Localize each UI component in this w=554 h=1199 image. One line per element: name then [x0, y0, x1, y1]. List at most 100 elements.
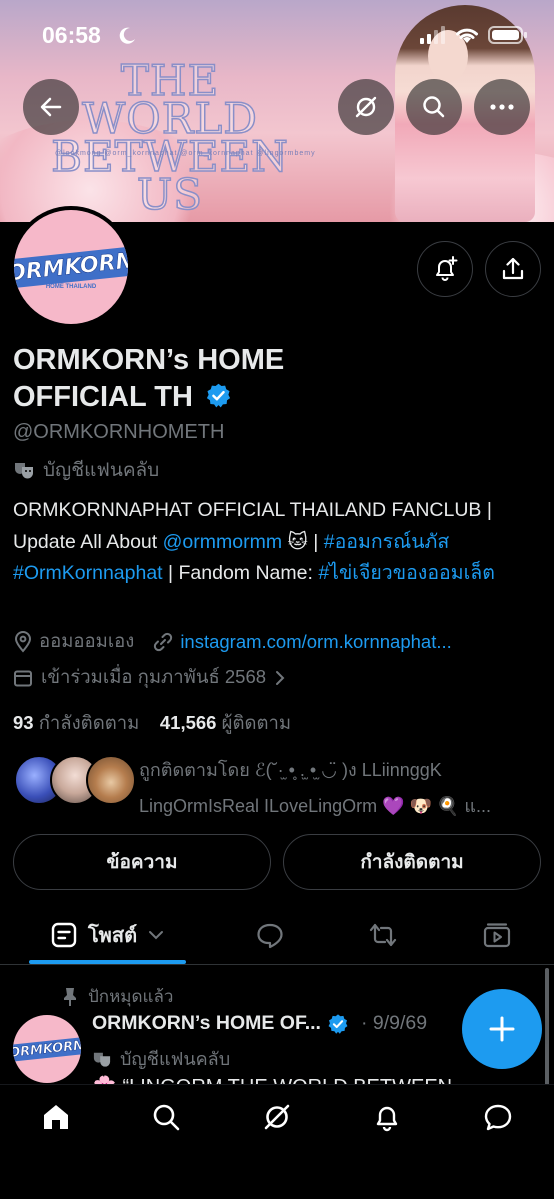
grok-icon — [355, 96, 377, 118]
chat-bubble-icon — [484, 1104, 512, 1131]
calendar-icon — [14, 670, 32, 686]
signal-icon — [420, 26, 445, 44]
status-time: 06:58 — [42, 22, 101, 48]
search-icon — [423, 96, 445, 118]
bio-mention-link[interactable]: @ormmormm — [163, 531, 282, 553]
pinned-text: ปักหมุดแล้ว — [88, 987, 174, 1006]
share-button[interactable] — [485, 241, 541, 297]
following-number: 93 — [13, 712, 34, 733]
tab-reposts[interactable] — [353, 905, 413, 965]
status-icons — [420, 25, 528, 45]
bio-text: 🐱 | — [282, 530, 324, 553]
profile-name: ORMKORN’s HOME OFFICIAL TH — [13, 342, 373, 416]
arrow-left-icon — [40, 97, 62, 117]
avatar-logo: ORMKORN — [14, 245, 128, 289]
profile-meta-row: ออมออมเอง instagram.com/orm.kornnaphat..… — [13, 627, 452, 656]
message-button[interactable]: ข้อความ — [13, 834, 271, 890]
nav-notifications[interactable] — [357, 1097, 417, 1137]
followers-number: 41,566 — [159, 712, 217, 733]
post-header: ORMKORN’s HOME OF... · 9/9/69 — [92, 1012, 427, 1035]
followed-by-text[interactable]: ถูกติดตามโดย ℰ(˘·̫ •̥ .̫ •̫ ◡̈ )ง LLiinn… — [139, 752, 544, 824]
battery-icon — [488, 26, 527, 44]
followed-by-line2: LingOrmIsReal ILoveLingOrm 💜 🐶 🍳 แ... — [139, 796, 491, 816]
post-date: · 9/9/69 — [360, 1012, 428, 1034]
bio-hashtag-link[interactable]: #OrmKornnaphat — [13, 562, 163, 584]
followed-by-line1: ถูกติดตามโดย ℰ(˘·̫ •̥ .̫ •̫ ◡̈ )ง LLiinn… — [139, 760, 442, 780]
follower-avatar — [86, 755, 136, 805]
bio-hashtag-link[interactable]: #ออมกรณ์นภัส — [324, 531, 450, 553]
post-avatar-logo: ORMKORN — [13, 1036, 81, 1062]
post-author-name[interactable]: ORMKORN’s HOME OF... — [92, 1012, 321, 1035]
nav-messages[interactable] — [468, 1097, 528, 1137]
share-icon — [502, 257, 524, 280]
back-button[interactable] — [23, 79, 79, 135]
post-text-preview[interactable]: 🌸 “LINGORM THE WORLD BETWEEN — [92, 1074, 452, 1084]
repost-icon — [369, 923, 397, 947]
link-icon — [154, 632, 173, 651]
bell-plus-icon — [436, 256, 458, 281]
verified-badge-icon[interactable] — [205, 382, 232, 409]
joined-row[interactable]: เข้าร่วมเมื่อ กุมภาพันธ์ 2568 — [13, 663, 286, 692]
theater-masks-icon — [15, 463, 33, 479]
post-account-type: บัญชีแฟนคลับ — [92, 1044, 230, 1073]
nav-home[interactable] — [26, 1097, 86, 1137]
profile-avatar[interactable]: ORMKORN HOME THAILAND — [10, 206, 132, 328]
avatar-image: ORMKORN HOME THAILAND — [14, 210, 128, 324]
more-button[interactable] — [474, 79, 530, 135]
scrollbar[interactable] — [545, 968, 549, 1088]
joined-text: เข้าร่วมเมื่อ กุมภาพันธ์ 2568 — [41, 666, 267, 687]
bio-text: | Fandom Name: — [162, 562, 319, 584]
posts-icon — [51, 922, 77, 948]
following-label: กำลังติดตาม — [38, 712, 140, 733]
nav-search[interactable] — [136, 1097, 196, 1137]
chevron-right-icon — [276, 670, 285, 685]
chevron-down-icon — [149, 931, 164, 940]
plus-icon — [489, 1016, 515, 1042]
notifications-subscribe-button[interactable] — [417, 241, 473, 297]
verified-badge-icon — [328, 1013, 348, 1034]
home-icon — [44, 1105, 68, 1129]
compose-button[interactable] — [462, 989, 542, 1069]
moon-icon — [119, 27, 135, 44]
profile-name-text: ORMKORN’s HOME OFFICIAL TH — [13, 344, 285, 413]
post-author-avatar[interactable]: ORMKORN — [13, 1015, 81, 1083]
profile-handle: @ORMKORNHOMETH — [13, 421, 225, 443]
grok-button[interactable] — [338, 79, 394, 135]
wifi-icon — [456, 28, 478, 43]
tab-replies[interactable] — [240, 905, 300, 965]
media-icon — [483, 923, 511, 948]
account-type: บัญชีแฟนคลับ — [13, 455, 159, 485]
avatar-logo-sub: HOME THAILAND — [45, 284, 97, 290]
bottom-navigation — [0, 1084, 554, 1199]
search-button[interactable] — [406, 79, 462, 135]
bio-hashtag-link[interactable]: #ไข่เจียวของออมเล็ต — [318, 562, 495, 584]
banner-title: THE WORLD BETWEEN US — [50, 56, 290, 217]
website-link[interactable]: instagram.com/orm.kornnaphat... — [180, 631, 451, 653]
pinned-label: ปักหมุดแล้ว — [62, 983, 173, 1010]
follow-counts: 93 กำลังติดตาม 41,566 ผู้ติดตาม — [13, 709, 291, 738]
more-icon — [490, 104, 514, 110]
profile-bio: ORMKORNNAPHAT OFFICIAL THAILAND FANCLUB … — [13, 495, 543, 590]
pin-icon — [64, 987, 76, 1006]
bell-icon — [376, 1106, 398, 1132]
location-text: ออมออมเอง — [39, 630, 135, 651]
tab-posts-label: โพสต์ — [87, 925, 138, 947]
banner-handles: @lookmong @orm_kornnaphat @orm_kornnapha… — [55, 150, 316, 157]
followers-label: ผู้ติดตาม — [221, 712, 292, 733]
active-tab-indicator — [29, 960, 186, 964]
account-type-label: บัญชีแฟนคลับ — [43, 460, 160, 481]
banner-title-line1: THE WORLD — [81, 56, 258, 143]
tab-posts[interactable]: โพสต์ — [29, 905, 186, 965]
post-account-type-label: บัญชีแฟนคลับ — [120, 1049, 231, 1069]
nav-grok[interactable] — [247, 1097, 307, 1137]
following-count[interactable]: 93 กำลังติดตาม — [13, 712, 139, 733]
theater-masks-icon — [93, 1052, 111, 1067]
following-button[interactable]: กำลังติดตาม — [283, 834, 541, 890]
grok-icon — [264, 1104, 290, 1130]
followers-count[interactable]: 41,566 ผู้ติดตาม — [160, 712, 291, 733]
search-icon — [153, 1104, 180, 1131]
location-pin-icon — [14, 630, 32, 653]
profile-tabs: โพสต์ — [0, 905, 554, 965]
reply-bubble-icon — [257, 923, 283, 949]
tab-media[interactable] — [467, 905, 527, 965]
